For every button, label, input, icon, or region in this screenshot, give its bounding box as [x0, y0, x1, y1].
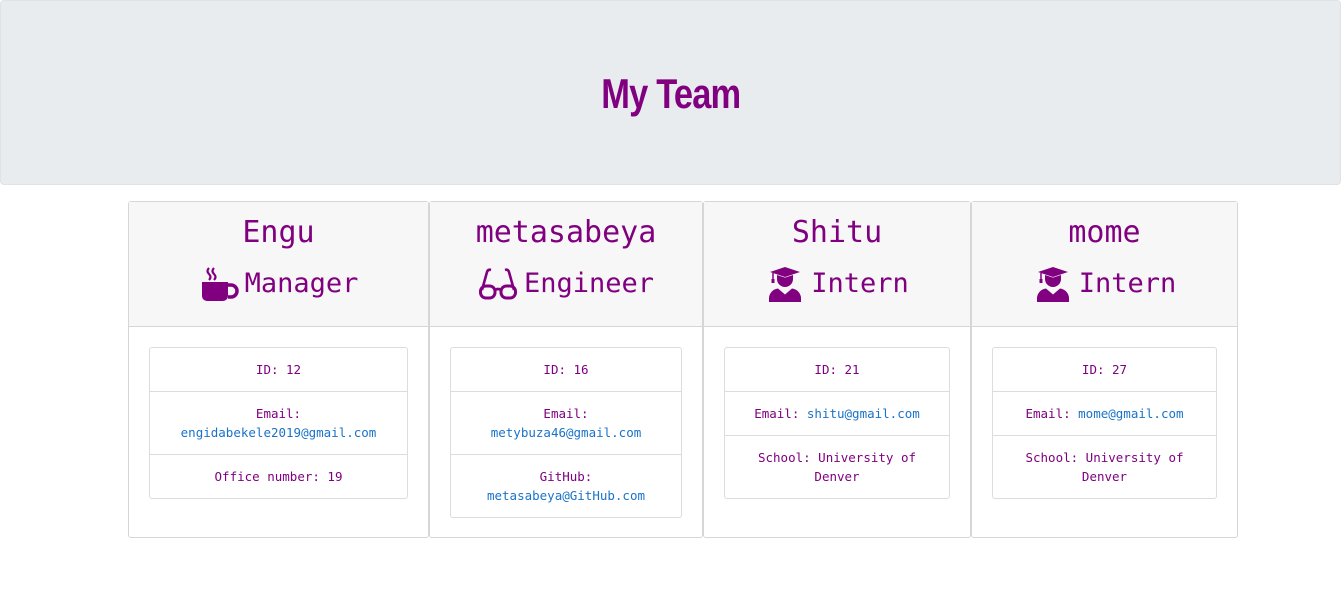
info-list: ID: 16 Email: metybuza46@gmail.com GitHu… — [450, 347, 682, 518]
info-list: ID: 27 Email: mome@gmail.com School: Uni… — [992, 347, 1217, 499]
employee-card-intern: mome Intern ID: 27 Email: mome@gmail.com… — [971, 201, 1238, 538]
role-row: Intern — [1033, 266, 1177, 302]
email-link[interactable]: metybuza46@gmail.com — [491, 425, 642, 440]
role-label: Intern — [811, 268, 909, 299]
card-body: ID: 27 Email: mome@gmail.com School: Uni… — [972, 327, 1237, 499]
role-label: Intern — [1078, 268, 1177, 299]
card-header: Shitu Intern — [704, 202, 970, 327]
info-list: ID: 12 Email: engidabekele2019@gmail.com… — [149, 347, 408, 499]
email-link[interactable]: engidabekele2019@gmail.com — [181, 425, 377, 440]
employee-name: Engu — [242, 215, 315, 250]
card-header: metasabeya Engineer — [430, 202, 702, 327]
github-prefix: GitHub: — [539, 469, 593, 484]
page-title: My Team — [600, 69, 741, 117]
card-header: mome Intern — [972, 202, 1237, 327]
email-link[interactable]: shitu@gmail.com — [807, 406, 920, 421]
github-link[interactable]: metasabeya@GitHub.com — [487, 488, 645, 503]
glasses-icon — [478, 266, 518, 302]
id-item: ID: 21 — [725, 348, 949, 392]
id-item: ID: 27 — [993, 348, 1216, 392]
id-item: ID: 16 — [451, 348, 681, 392]
github-item: GitHub: metasabeya@GitHub.com — [451, 455, 681, 517]
card-header: Engu Manager — [129, 202, 428, 327]
employee-card-engineer: metasabeya Engineer ID: 16 Email: metybu… — [429, 201, 703, 538]
page-header: My Team — [0, 0, 1341, 185]
email-item: Email: mome@gmail.com — [993, 392, 1216, 436]
employee-card-manager: Engu Manager ID: 12 Email: engidabekele2… — [128, 201, 429, 538]
role-row: Manager — [199, 266, 359, 302]
graduate-icon — [1033, 266, 1073, 302]
school-item: School: University of Denver — [757, 450, 917, 484]
school-item: School: University of Denver — [1025, 450, 1184, 484]
employee-name: metasabeya — [475, 215, 657, 250]
email-prefix: Email: — [1025, 406, 1071, 421]
coffee-icon — [199, 266, 239, 302]
email-item: Email: shitu@gmail.com — [725, 392, 949, 436]
card-body: ID: 21 Email: shitu@gmail.com School: Un… — [704, 327, 970, 499]
email-prefix: Email: — [543, 406, 589, 421]
employee-name: mome — [1068, 215, 1141, 250]
role-row: Intern — [765, 266, 909, 302]
card-body: ID: 16 Email: metybuza46@gmail.com GitHu… — [430, 327, 702, 518]
graduate-icon — [765, 266, 805, 302]
team-cards: Engu Manager ID: 12 Email: engidabekele2… — [128, 201, 1238, 538]
employee-name: Shitu — [791, 215, 883, 250]
id-item: ID: 12 — [150, 348, 407, 392]
role-row: Engineer — [478, 266, 654, 302]
email-link[interactable]: mome@gmail.com — [1078, 406, 1183, 421]
role-label: Engineer — [523, 268, 655, 299]
email-prefix: Email: — [255, 406, 302, 421]
employee-card-intern: Shitu Intern ID: 21 Email: shitu@gmail.c… — [703, 201, 971, 538]
email-item: Email: engidabekele2019@gmail.com — [150, 392, 407, 455]
card-body: ID: 12 Email: engidabekele2019@gmail.com… — [129, 327, 428, 499]
office-number-item: Office number: 19 — [214, 469, 343, 484]
email-item: Email: metybuza46@gmail.com — [451, 392, 681, 455]
info-list: ID: 21 Email: shitu@gmail.com School: Un… — [724, 347, 950, 499]
email-prefix: Email: — [754, 406, 800, 421]
role-label: Manager — [244, 268, 359, 299]
